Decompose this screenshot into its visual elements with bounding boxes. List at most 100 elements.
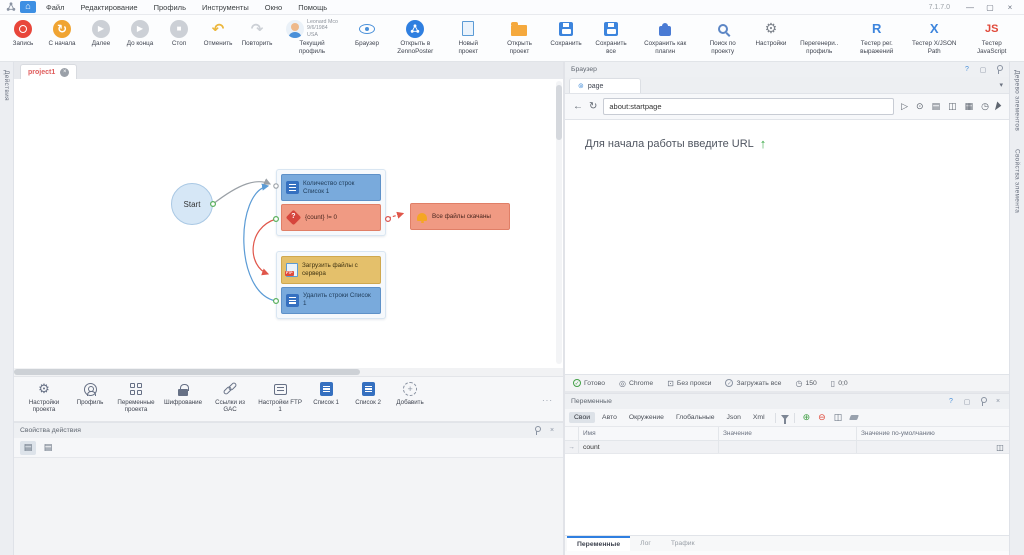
copy-icon[interactable]: ◫	[831, 412, 846, 423]
menu-tools[interactable]: Инструменты	[196, 3, 255, 12]
column-name[interactable]: Имя	[579, 427, 719, 440]
open-in-zennoposter-button[interactable]: Открыть в ZennoPoster	[387, 17, 444, 55]
variable-name[interactable]: count	[579, 441, 719, 453]
current-profile-button[interactable]: Leonard Mco 9/6/1984 USA Текущий профиль	[277, 17, 347, 55]
status-timeout[interactable]: ◷150	[795, 379, 816, 388]
variable-value[interactable]	[719, 441, 857, 453]
element-tree-tab[interactable]: Дерево элементов	[1014, 70, 1021, 131]
javascript-tester-button[interactable]: JS Тестер JavaScript	[963, 17, 1020, 55]
tab-environment[interactable]: Окружение	[624, 412, 669, 423]
menu-help[interactable]: Помощь	[292, 3, 333, 12]
xjson-path-tester-button[interactable]: X Тестер X/JSON Path	[906, 17, 963, 55]
tab-global[interactable]: Глобальные	[671, 412, 720, 423]
undo-button[interactable]: ↶ Отменить	[199, 17, 237, 48]
address-input[interactable]	[603, 98, 894, 115]
close-button[interactable]: ×	[1002, 3, 1018, 12]
close-icon[interactable]: ×	[547, 427, 557, 434]
node-delete-rows[interactable]: Удалить строки Список 1	[281, 287, 381, 315]
node-count-rows[interactable]: Количество строк Список 1	[281, 174, 381, 201]
help-icon[interactable]: ?	[962, 66, 972, 73]
encryption-button[interactable]: Шифрование	[162, 380, 204, 406]
add-resource-button[interactable]: + Добавить	[390, 380, 430, 406]
maximize-button[interactable]: ▢	[982, 3, 998, 12]
toolbar-overflow-button[interactable]: ···	[542, 396, 557, 405]
status-engine[interactable]: ◎Chrome	[619, 379, 653, 388]
copy-icon[interactable]: ◫	[991, 441, 1009, 453]
project-variables-button[interactable]: Переменные проекта	[112, 380, 160, 414]
flow-canvas[interactable]: Start Количество строк Список 1 ? {count…	[14, 79, 563, 368]
scrollbar-thumb[interactable]	[14, 369, 360, 375]
doc-add-icon[interactable]: ▤	[20, 441, 36, 455]
column-default[interactable]: Значение по-умолчанию	[857, 427, 991, 440]
tab-log[interactable]: Лог	[630, 536, 661, 551]
record-button[interactable]: Запись	[4, 17, 42, 48]
page-source-icon[interactable]: ▤	[931, 101, 942, 112]
wait-icon[interactable]: ◷	[980, 101, 990, 112]
variable-default[interactable]	[857, 441, 991, 453]
help-icon[interactable]: ?	[946, 398, 956, 405]
settings-button[interactable]: ⚙ Настройки	[752, 17, 790, 48]
ftp-settings-button[interactable]: Настройки FTP 1	[256, 380, 304, 414]
browser-tab-page[interactable]: ⊚ page	[569, 78, 641, 93]
maximize-icon[interactable]: ▢	[962, 398, 972, 406]
tab-auto[interactable]: Авто	[597, 412, 622, 423]
gac-references-button[interactable]: Ссылки из GAC	[206, 380, 254, 414]
flow-group-download-delete[interactable]: FTP Загрузить файлы с сервера Удалить ст…	[276, 251, 386, 319]
flow-start-node[interactable]: Start	[171, 183, 213, 225]
go-icon[interactable]: ▷	[900, 101, 909, 112]
regenerate-profile-button[interactable]: Перегенери.. профиль	[791, 17, 848, 55]
menu-window[interactable]: Окно	[259, 3, 288, 12]
flow-group-count-check[interactable]: Количество строк Список 1 ? {count} != 0	[276, 169, 386, 236]
save-as-plugin-button[interactable]: Сохранить как плагин	[637, 17, 694, 55]
table-icon[interactable]: ▦	[964, 101, 975, 112]
project-tab[interactable]: project1 ×	[20, 64, 77, 79]
cursor-icon[interactable]	[995, 102, 1002, 112]
node-download-files[interactable]: FTP Загрузить файлы с сервера	[281, 256, 381, 284]
browser-toggle-button[interactable]: Браузер	[348, 17, 386, 48]
open-project-button[interactable]: Открыть проект	[493, 17, 546, 55]
tab-variables[interactable]: Переменные	[567, 536, 630, 551]
add-variable-icon[interactable]: ⊕	[800, 412, 814, 423]
save-button[interactable]: Сохранить	[547, 17, 585, 48]
save-all-button[interactable]: Сохранить все	[586, 17, 636, 55]
tab-list-caret-icon[interactable]: ▾	[999, 81, 1003, 89]
record-target-icon[interactable]: ⊙	[915, 101, 925, 112]
menu-file[interactable]: Файл	[40, 3, 70, 12]
filter-icon[interactable]	[781, 415, 789, 420]
project-profile-button[interactable]: Профиль	[70, 380, 110, 406]
run-to-end-button[interactable]: ▶ До конца	[121, 17, 159, 48]
project-search-button[interactable]: Поиск по проекту	[694, 17, 751, 55]
remove-variable-icon[interactable]: ⊖	[815, 412, 829, 423]
status-proxy[interactable]: ⊡Без прокси	[667, 379, 711, 388]
reload-icon[interactable]: ↻	[589, 101, 597, 112]
project-tab-close-icon[interactable]: ×	[60, 68, 69, 77]
actions-panel-tab[interactable]: Действия	[3, 70, 10, 101]
back-icon[interactable]: ←	[573, 101, 583, 112]
project-settings-button[interactable]: ⚙ Настройки проекта	[20, 380, 68, 414]
redo-button[interactable]: ↷ Повторить	[238, 17, 276, 48]
canvas-horizontal-scrollbar[interactable]	[14, 368, 563, 376]
column-value[interactable]: Значение	[719, 427, 857, 440]
minimize-button[interactable]: —	[962, 3, 978, 12]
element-properties-tab[interactable]: Свойства элемента	[1014, 149, 1021, 213]
step-next-button[interactable]: ▶ Далее	[82, 17, 120, 48]
node-all-downloaded[interactable]: Все файлы скачаны	[410, 203, 510, 230]
menu-profile[interactable]: Профиль	[148, 3, 192, 12]
regex-tester-button[interactable]: R Тестер рег. выражений	[848, 17, 905, 55]
new-project-button[interactable]: Новый проект	[445, 17, 493, 55]
scrollbar-thumb[interactable]	[556, 85, 562, 140]
node-condition[interactable]: ? {count} != 0	[281, 204, 381, 231]
tab-own[interactable]: Свои	[569, 412, 595, 423]
home-button[interactable]: ⌂	[20, 1, 36, 13]
stop-button[interactable]: ■ Стоп	[160, 17, 198, 48]
menu-edit[interactable]: Редактирование	[74, 3, 143, 12]
pin-icon[interactable]	[532, 426, 541, 435]
tab-xml[interactable]: Xml	[748, 412, 770, 423]
list1-button[interactable]: Список 1	[306, 380, 346, 406]
tab-traffic[interactable]: Трафик	[661, 536, 705, 551]
run-from-start-button[interactable]: ↻ С начала	[43, 17, 81, 48]
pin-icon[interactable]	[978, 397, 987, 406]
list2-button[interactable]: Список 2	[348, 380, 388, 406]
status-load-mode[interactable]: ✓Загружать все	[725, 379, 781, 387]
doc-edit-icon[interactable]: ▤	[40, 441, 56, 455]
